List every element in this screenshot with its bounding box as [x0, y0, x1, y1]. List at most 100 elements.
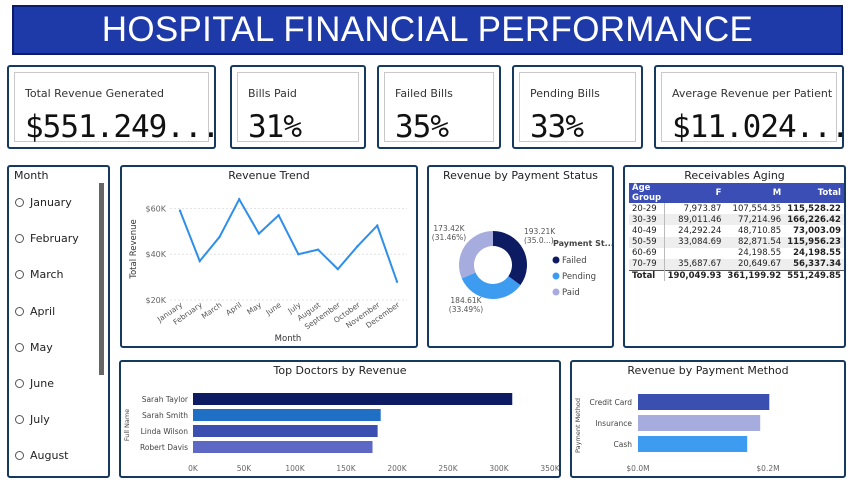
month-option-february[interactable]: February	[15, 232, 79, 246]
table-cell: 60-69	[629, 247, 665, 259]
radio-icon[interactable]	[15, 379, 24, 388]
table-cell: 551,249.85	[784, 269, 844, 282]
table-cell: 20-29	[629, 203, 665, 215]
month-option-label: April	[30, 305, 56, 318]
x-tick-label: 50K	[237, 464, 253, 473]
month-option-january[interactable]: January	[15, 196, 72, 210]
kpi-card-total-revenue[interactable]: Total Revenue Generated $551.249...	[7, 65, 220, 149]
column-header[interactable]: Total	[784, 183, 844, 203]
chart-title: Revenue Trend	[228, 169, 310, 182]
kpi-card-frame: Pending Bills 33%	[519, 72, 636, 145]
payment-method-panel: Revenue by Payment Method Credit Card Ins…	[570, 360, 846, 478]
data-point	[257, 232, 261, 235]
category-label: Credit Card	[590, 398, 633, 407]
x-tick-label: $0.0M	[626, 464, 649, 473]
category-label: Linda Wilson	[141, 427, 189, 436]
data-point	[356, 245, 359, 248]
x-tick-label: 300K	[489, 464, 509, 473]
kpi-card-pending-bills[interactable]: Pending Bills 33%	[512, 65, 643, 149]
category-label: Sarah Taylor	[142, 395, 189, 404]
table-row: 20-29 7,973.87 107,554.35 115,528.22	[629, 203, 844, 215]
month-option-label: March	[30, 268, 64, 281]
table-cell: 48,710.85	[737, 225, 782, 236]
month-slicer[interactable]: Month January February March April May J…	[7, 165, 110, 478]
radio-icon[interactable]	[15, 415, 24, 424]
table-cell: 33,084.69	[664, 236, 725, 248]
x-tick-label: $0.2M	[756, 464, 779, 473]
table-title: Receivables Aging	[684, 169, 785, 182]
chart-title: Top Doctors by Revenue	[273, 364, 407, 377]
legend-marker	[552, 288, 560, 296]
table-cell: 20,649.67	[724, 258, 785, 271]
radio-icon[interactable]	[15, 198, 24, 207]
top-doctors-bar-chart[interactable]: Sarah Taylor Sarah Smith Linda Wilson Rober…	[121, 378, 559, 476]
table-cell: 7,973.87	[683, 203, 722, 214]
table-cell: 77,214.96	[724, 214, 785, 226]
slicer-scrollbar[interactable]	[99, 183, 104, 375]
receivables-aging-table[interactable]: Age Group F M Total 20-29 7,973.87 107,554.35…	[629, 183, 844, 282]
kpi-card-frame: Failed Bills 35%	[384, 72, 494, 145]
x-tick-label: 150K	[336, 464, 356, 473]
slicer-title: Month	[14, 169, 49, 182]
month-option-april[interactable]: April	[15, 305, 55, 319]
payment-status-donut-chart[interactable]: 193.21K(35.0...) 184.61K(33.49%) 173.42K(3…	[429, 183, 612, 345]
revenue-trend-chart[interactable]: $20K$40K$60KJanuaryFebruaryMarch April May…	[122, 183, 416, 345]
radio-icon[interactable]	[15, 451, 24, 460]
table-cell: 166,226.42	[784, 214, 844, 226]
month-option-august[interactable]: August	[15, 449, 69, 463]
month-option-july[interactable]: July	[15, 413, 50, 427]
top-doctors-panel: Top Doctors by Revenue Sarah Taylor Sarah…	[119, 360, 561, 478]
table-cell: 107,554.35	[732, 203, 782, 214]
table-cell: 70-79	[629, 258, 665, 271]
kpi-card-failed-bills[interactable]: Failed Bills 35%	[377, 65, 501, 149]
table-cell: 115,528.22	[787, 203, 841, 214]
month-option-june[interactable]: June	[15, 377, 54, 391]
legend-marker	[552, 256, 560, 264]
x-tick-label: 100K	[285, 464, 305, 473]
y-axis-label: Total Revenue	[129, 219, 139, 280]
month-option-label: January	[30, 196, 72, 209]
table-row: 40-49 24,292.24 48,710.85 73,003.09	[629, 225, 844, 237]
table-cell: 361,199.92	[724, 269, 785, 282]
data-point	[316, 248, 320, 251]
table-cell	[664, 248, 724, 259]
table-cell: 73,003.09	[793, 225, 841, 236]
data-label-pct: (31.46%)	[432, 233, 467, 242]
kpi-card-frame: Bills Paid 31%	[237, 72, 359, 145]
column-header[interactable]: Age Group	[629, 183, 665, 203]
data-label-value: 184.61K	[450, 296, 482, 305]
data-point	[218, 235, 221, 239]
kpi-value: 33%	[530, 109, 584, 145]
x-tick-label: May	[245, 300, 263, 317]
y-axis-label: Full Name	[123, 409, 131, 441]
table-cell: 50-59	[629, 236, 665, 248]
y-tick-label: $20K	[145, 296, 166, 305]
table-cell: Total	[629, 269, 665, 282]
month-option-march[interactable]: March	[15, 268, 64, 282]
radio-icon[interactable]	[15, 307, 24, 316]
category-label: Robert Davis	[140, 443, 188, 452]
kpi-label: Total Revenue Generated	[25, 87, 164, 100]
payment-status-panel: Revenue by Payment Status 193.21K (35.0..…	[427, 165, 614, 348]
month-option-may[interactable]: May	[15, 341, 53, 355]
kpi-card-average-revenue[interactable]: Average Revenue per Patient $11.024...	[654, 65, 850, 149]
column-header[interactable]: F	[664, 183, 725, 203]
data-label-pct: (33.49%)	[449, 305, 484, 314]
kpi-card-frame: Total Revenue Generated $551.249...	[14, 72, 220, 145]
x-tick-label: June	[263, 300, 283, 318]
radio-icon[interactable]	[15, 234, 24, 243]
legend-title: Payment St...	[553, 239, 612, 248]
kpi-card-frame: Average Revenue per Patient $11.024...	[661, 72, 850, 145]
data-point	[336, 267, 340, 271]
legend-label: Paid	[562, 288, 580, 298]
radio-icon[interactable]	[15, 270, 24, 279]
donut-slice-failed	[493, 231, 527, 286]
payment-method-bar-chart[interactable]: Credit Card Insurance Cash $0.0M $0.2M Paymen…	[572, 378, 844, 476]
x-tick-label: April	[224, 300, 243, 317]
radio-icon[interactable]	[15, 343, 24, 352]
table-cell: 40-49	[629, 225, 665, 237]
column-header[interactable]: M	[724, 183, 785, 203]
kpi-card-bills-paid[interactable]: Bills Paid 31%	[230, 65, 366, 149]
y-tick-label: $60K	[145, 204, 166, 213]
revenue-trend-panel: Revenue Trend $20K $40K $60K January Februar…	[120, 165, 418, 348]
